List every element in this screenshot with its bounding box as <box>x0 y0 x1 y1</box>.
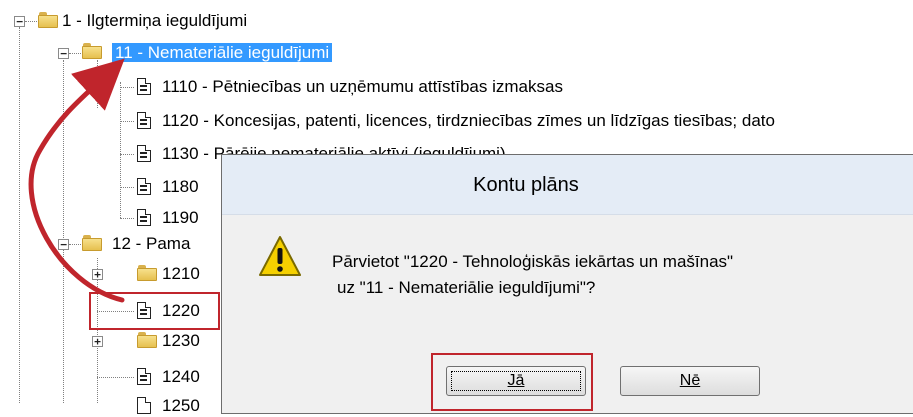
tree-node-1190[interactable]: 1190 <box>162 207 199 229</box>
highlight-box <box>431 353 593 411</box>
tree-node-1180[interactable]: 1180 <box>162 176 199 198</box>
tree-connector <box>120 82 121 218</box>
tree-connector <box>63 250 64 403</box>
dialog-title: Kontu plāns <box>222 155 913 215</box>
folder-icon <box>38 12 58 28</box>
tree-connector <box>97 60 98 108</box>
dialog-message-line2: uz "11 - Nemateriālie ieguldījumi"? <box>337 278 596 297</box>
folder-icon <box>137 332 157 348</box>
document-icon <box>137 145 151 162</box>
warning-icon <box>259 236 301 276</box>
dialog-message-line1: Pārvietot "1220 - Tehnoloģiskās iekārtas… <box>332 252 734 271</box>
document-icon <box>137 112 151 129</box>
highlight-box <box>89 292 220 330</box>
selected-node-label[interactable]: 11 - Nemateriālie ieguldījumi <box>112 43 333 62</box>
collapse-toggle[interactable]: − <box>58 48 69 59</box>
no-button[interactable]: Nē <box>620 366 760 396</box>
tree-node-1240[interactable]: 1240 <box>162 366 200 388</box>
document-icon <box>137 368 151 385</box>
document-icon <box>137 209 151 226</box>
expand-toggle[interactable]: + <box>92 269 103 280</box>
document-icon <box>137 78 151 95</box>
folder-icon <box>82 235 102 251</box>
tree-node-group11-label[interactable]: 11 - Nemateriālie ieguldījumi <box>112 42 333 64</box>
tree-node-group12-label[interactable]: 12 - Pama <box>112 233 190 255</box>
tree-node-1230[interactable]: 1230 <box>162 330 200 352</box>
document-icon <box>137 178 151 195</box>
tree-node-root-label[interactable]: 1 - Ilgtermiņa ieguldījumi <box>62 10 247 32</box>
tree-connector <box>19 27 20 403</box>
folder-icon <box>137 265 157 281</box>
tree-connector <box>63 60 64 240</box>
document-icon <box>137 397 151 414</box>
collapse-toggle[interactable]: − <box>58 239 69 250</box>
folder-icon <box>82 43 102 59</box>
expand-toggle[interactable]: + <box>92 336 103 347</box>
tree-node-1210[interactable]: 1210 <box>162 263 200 285</box>
collapse-toggle[interactable]: − <box>14 16 25 27</box>
tree-node-1110[interactable]: 1110 - Pētniecības un uzņēmumu attīstība… <box>162 76 563 98</box>
tree-node-1120[interactable]: 1120 - Koncesijas, patenti, licences, ti… <box>162 110 775 132</box>
tree-node-1250[interactable]: 1250 <box>162 395 200 417</box>
confirm-dialog: Kontu plāns Pārvietot "1220 - Tehnoloģis… <box>221 154 913 414</box>
